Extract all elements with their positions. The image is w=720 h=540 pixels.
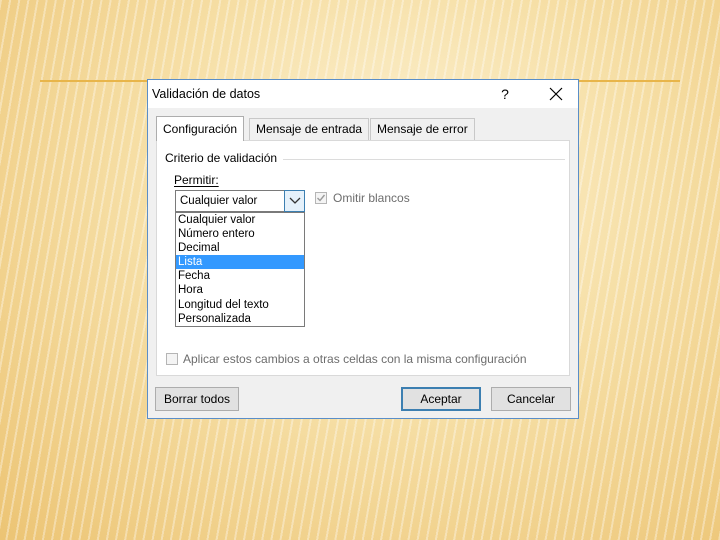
- tab-mensaje-de-error[interactable]: Mensaje de error: [370, 118, 475, 140]
- chevron-down-icon: [289, 197, 301, 204]
- tab-mensaje-de-entrada[interactable]: Mensaje de entrada: [249, 118, 370, 140]
- apply-all-checkbox[interactable]: [166, 353, 178, 365]
- dialog-titlebar: Validación de datos ?: [148, 80, 578, 108]
- cancel-button[interactable]: Cancelar: [491, 387, 571, 411]
- option-numero-entero[interactable]: Número entero: [176, 227, 304, 241]
- ignore-blank-label: Omitir blancos: [333, 191, 410, 205]
- dialog-title: Validación de datos: [152, 87, 261, 101]
- group-divider: [283, 159, 565, 160]
- help-button[interactable]: ?: [489, 82, 521, 106]
- validation-criteria-label: Criterio de validación: [165, 151, 284, 165]
- allow-options-list[interactable]: Cualquier valor Número entero Decimal Li…: [175, 212, 305, 327]
- close-button[interactable]: [538, 82, 574, 106]
- option-hora[interactable]: Hora: [176, 283, 304, 297]
- data-validation-dialog: Validación de datos ? Configuración Mens…: [147, 79, 579, 419]
- close-icon: [549, 87, 563, 101]
- clear-all-button[interactable]: Borrar todos: [155, 387, 239, 411]
- allow-label: Permitir:: [174, 173, 219, 187]
- option-decimal[interactable]: Decimal: [176, 241, 304, 255]
- ignore-blank-checkbox[interactable]: [315, 192, 327, 204]
- allow-select-value: Cualquier valor: [180, 195, 258, 207]
- option-lista[interactable]: Lista: [176, 255, 304, 270]
- settings-panel: Criterio de validación Permitir: Cualqui…: [156, 140, 570, 376]
- option-cualquier-valor[interactable]: Cualquier valor: [176, 213, 304, 227]
- apply-all-label: Aplicar estos cambios a otras celdas con…: [183, 352, 527, 366]
- allow-dropdown-button[interactable]: [284, 190, 305, 212]
- option-personalizada[interactable]: Personalizada: [176, 312, 304, 326]
- ok-button[interactable]: Aceptar: [401, 387, 481, 411]
- allow-select[interactable]: Cualquier valor: [175, 190, 305, 212]
- tab-configuracion[interactable]: Configuración: [156, 116, 245, 141]
- option-longitud-del-texto[interactable]: Longitud del texto: [176, 298, 304, 312]
- option-fecha[interactable]: Fecha: [176, 269, 304, 283]
- checkmark-icon: [317, 194, 326, 202]
